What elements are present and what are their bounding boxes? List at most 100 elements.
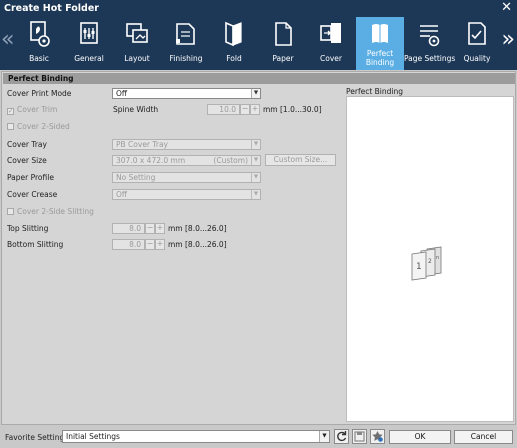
cover-size-tag: (Custom) xyxy=(213,156,248,165)
cover-tray-select[interactable]: PB Cover Tray ▼ xyxy=(112,139,261,150)
tab-label: Page Settings xyxy=(404,54,456,63)
page-settings-icon xyxy=(420,25,440,47)
cover-tray-value: PB Cover Tray xyxy=(116,140,168,149)
cover-icon xyxy=(320,23,341,43)
cover-2-side-slitting-checkbox[interactable]: Cover 2-Side Slitting xyxy=(7,207,94,216)
top-slitting-unit: mm [8.0...26.0] xyxy=(168,224,227,233)
tab-basic[interactable]: Basic xyxy=(20,17,58,70)
title-bar: Create Hot Folder ✕ xyxy=(0,0,517,17)
bottom-slitting-input[interactable]: 8.0 xyxy=(112,239,145,250)
checkbox-checked-icon: ✓ xyxy=(7,108,14,115)
tab-finishing[interactable]: Finishing xyxy=(164,17,208,70)
refresh-icon xyxy=(337,431,347,442)
ok-button[interactable]: OK xyxy=(389,430,451,444)
spine-width-input[interactable]: 10.0 xyxy=(207,104,240,115)
bottom-slitting-label: Bottom Slitting xyxy=(7,240,64,249)
close-icon[interactable]: ✕ xyxy=(501,0,512,16)
paper-profile-select[interactable]: No Setting ▼ xyxy=(112,172,261,183)
star-settings-icon xyxy=(372,431,383,442)
tab-label: Paper xyxy=(272,54,294,63)
tab-layout[interactable]: Layout xyxy=(116,17,158,70)
tab-paper[interactable]: Paper xyxy=(262,17,304,70)
tab-label: Layout xyxy=(124,54,150,63)
cover-trim-label: Cover Trim xyxy=(17,105,58,114)
basic-icon xyxy=(30,21,50,47)
chevron-down-icon: ▼ xyxy=(251,140,260,149)
cover-crease-label: Cover Crease xyxy=(7,190,58,199)
tab-label: Basic xyxy=(29,54,49,63)
chevron-down-icon: ▼ xyxy=(319,431,329,442)
cover-trim-checkbox[interactable]: ✓ Cover Trim xyxy=(7,105,57,115)
refresh-button[interactable] xyxy=(334,429,349,444)
spine-width-label: Spine Width xyxy=(113,105,159,114)
tab-bar: « Basic General Layout Finishing Fold Pa… xyxy=(0,17,517,70)
main-panel: Perfect Binding Cover Print Mode Off ▼ ✓… xyxy=(1,71,516,425)
favorite-setting-label: Favorite Setting xyxy=(5,433,65,442)
tab-label: Quality xyxy=(463,54,491,63)
footer-bar: Favorite Setting Initial Settings ▼ OK C… xyxy=(0,426,517,448)
perfect-binding-icon xyxy=(372,24,388,43)
paper-profile-label: Paper Profile xyxy=(7,173,54,182)
quality-icon xyxy=(468,22,486,45)
paper-icon xyxy=(275,22,292,46)
top-slitting-increment[interactable]: + xyxy=(155,223,165,234)
section-header: Perfect Binding xyxy=(3,73,343,84)
top-slitting-input[interactable]: 8.0 xyxy=(112,223,145,234)
cover-size-select[interactable]: 307.0 x 472.0 mm (Custom) ▼ xyxy=(112,155,261,166)
tab-label: General xyxy=(74,54,104,63)
tab-quality[interactable]: Quality xyxy=(457,17,497,70)
cover-2-side-slitting-label: Cover 2-Side Slitting xyxy=(17,207,94,216)
tab-fold[interactable]: Fold xyxy=(214,17,254,70)
top-slitting-decrement[interactable]: − xyxy=(145,223,155,234)
cover-size-label: Cover Size xyxy=(7,156,47,165)
favorite-setting-value: Initial Settings xyxy=(66,432,120,441)
tab-cover[interactable]: Cover xyxy=(310,17,352,70)
section-header-bar xyxy=(342,73,515,84)
tab-label: Finishing xyxy=(169,54,203,63)
bottom-slitting-increment[interactable]: + xyxy=(155,239,165,250)
finishing-icon xyxy=(176,23,195,45)
preview-panel: 1 2 n xyxy=(346,96,514,422)
spine-width-increment[interactable]: + xyxy=(250,104,260,115)
cover-print-mode-select[interactable]: Off ▼ xyxy=(112,88,261,99)
chevron-down-icon: ▼ xyxy=(251,173,260,182)
preview-title: Perfect Binding xyxy=(346,87,403,96)
page-label-n: n xyxy=(436,255,439,261)
favorite-setting-select[interactable]: Initial Settings ▼ xyxy=(62,430,330,443)
cover-print-mode-label: Cover Print Mode xyxy=(7,89,72,98)
paper-profile-value: No Setting xyxy=(116,173,156,182)
page-label-2: 2 xyxy=(428,258,432,265)
save-button[interactable] xyxy=(352,429,367,444)
checkbox-icon xyxy=(7,208,14,215)
tab-label: Fold xyxy=(226,54,242,63)
favorite-manage-button[interactable] xyxy=(370,429,385,444)
custom-size-button[interactable]: Custom Size... xyxy=(265,154,336,166)
tab-label: Cover xyxy=(320,54,342,63)
top-slitting-label: Top Slitting xyxy=(7,224,49,233)
cover-2-sided-label: Cover 2-Sided xyxy=(17,122,70,131)
fold-icon xyxy=(225,21,242,47)
cover-crease-select[interactable]: Off ▼ xyxy=(112,189,261,200)
cover-crease-value: Off xyxy=(116,190,128,199)
bottom-slitting-decrement[interactable]: − xyxy=(145,239,155,250)
bottom-slitting-unit: mm [8.0...26.0] xyxy=(168,240,227,249)
scroll-right-icon[interactable]: » xyxy=(502,29,515,51)
spine-width-decrement[interactable]: − xyxy=(240,104,250,115)
cover-size-value: 307.0 x 472.0 mm xyxy=(116,156,186,165)
tab-page-settings[interactable]: Page Settings xyxy=(404,17,456,70)
tab-general[interactable]: General xyxy=(67,17,111,70)
booklet-preview-icon: 1 2 n xyxy=(411,246,442,281)
checkbox-icon xyxy=(7,123,14,130)
chevron-down-icon: ▼ xyxy=(251,156,260,165)
spine-width-unit: mm [1.0...30.0] xyxy=(263,105,322,114)
layout-icon xyxy=(126,23,148,43)
cover-2-sided-checkbox[interactable]: Cover 2-Sided xyxy=(7,122,70,131)
tab-perfect-binding[interactable]: Perfect Binding xyxy=(356,17,404,70)
tab-label: Perfect Binding xyxy=(365,49,395,67)
scroll-left-icon[interactable]: « xyxy=(1,29,14,51)
save-icon xyxy=(354,431,365,442)
window-title: Create Hot Folder xyxy=(4,3,99,14)
chevron-down-icon: ▼ xyxy=(251,190,260,199)
cancel-button[interactable]: Cancel xyxy=(454,430,513,444)
cover-tray-label: Cover Tray xyxy=(7,140,47,149)
